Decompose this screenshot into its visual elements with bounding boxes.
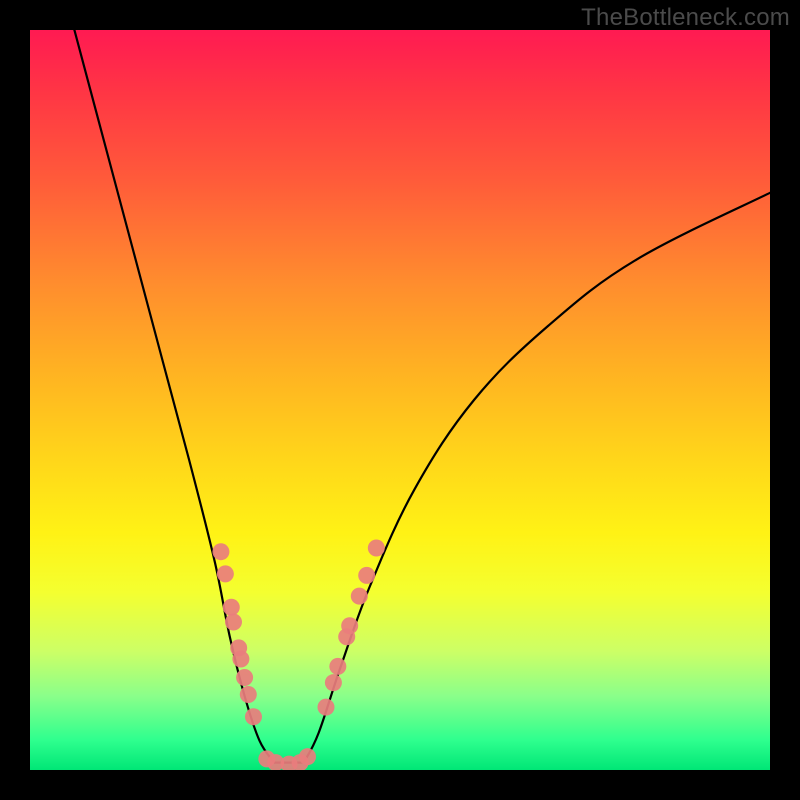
data-marker (245, 708, 262, 725)
plot-area (30, 30, 770, 770)
data-marker (351, 588, 368, 605)
curve-layer (74, 30, 770, 763)
data-marker (223, 599, 240, 616)
data-marker (299, 748, 316, 765)
data-marker (325, 674, 342, 691)
data-marker (225, 614, 242, 631)
series-curve-right (304, 193, 770, 763)
data-marker (240, 686, 257, 703)
chart-frame: TheBottleneck.com (0, 0, 800, 800)
data-marker (329, 658, 346, 675)
data-marker (212, 543, 229, 560)
data-marker (217, 565, 234, 582)
data-marker (236, 669, 253, 686)
data-marker (232, 651, 249, 668)
plot-svg (30, 30, 770, 770)
data-marker (358, 567, 375, 584)
data-marker (368, 540, 385, 557)
marker-layer (212, 540, 384, 771)
attribution-text: TheBottleneck.com (581, 4, 790, 32)
data-marker (318, 699, 335, 716)
data-marker (341, 617, 358, 634)
